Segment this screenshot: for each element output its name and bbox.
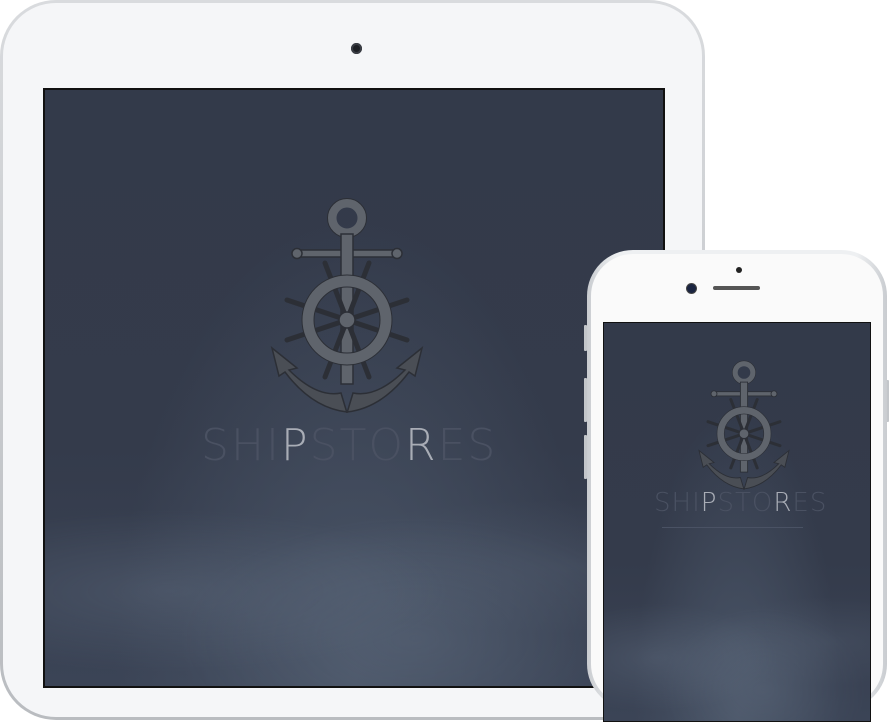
- brand-letter: E: [792, 488, 810, 518]
- cloud-background: [45, 447, 663, 686]
- phone-screen: SHIPSTORES: [603, 322, 871, 722]
- brand-letter: S: [654, 488, 672, 518]
- brand-letter-highlight: R: [405, 420, 438, 471]
- brand-name: SHIPSTORES: [201, 420, 497, 471]
- brand-letter-highlight: P: [281, 420, 310, 471]
- brand-letter: T: [339, 420, 369, 471]
- brand-letter-highlight: P: [700, 488, 718, 518]
- brand-letter: S: [809, 488, 828, 518]
- brand-letter: H: [671, 488, 693, 518]
- phone-bezel: SHIPSTORES: [591, 254, 883, 722]
- brand-letter: E: [437, 420, 468, 471]
- brand-letter: I: [692, 488, 701, 518]
- brand-name: SHIPSTORES: [654, 488, 827, 518]
- brand-letter-highlight: R: [773, 488, 793, 518]
- splash-screen: SHIPSTORES: [604, 323, 870, 721]
- cloud-background: [604, 561, 870, 721]
- speaker-grille: [713, 286, 760, 290]
- brand-letter: I: [266, 420, 282, 471]
- brand-letter: H: [230, 420, 267, 471]
- brand-letter: T: [734, 488, 752, 518]
- splash-screen: SHIPSTORES: [45, 90, 663, 686]
- brand-letter: S: [467, 420, 498, 471]
- proximity-sensor: [736, 267, 742, 273]
- brand-letter: O: [751, 488, 774, 518]
- brand-letter: S: [717, 488, 735, 518]
- brand-letter: S: [309, 420, 340, 471]
- brand-letter: S: [201, 420, 231, 471]
- camera-icon: [687, 284, 696, 293]
- anchor-with-ship-wheel-icon: [696, 360, 792, 490]
- tablet-screen: SHIPSTORES: [43, 88, 665, 688]
- divider-line: [662, 527, 803, 528]
- phone-device-frame: SHIPSTORES: [587, 250, 887, 722]
- camera-icon: [351, 43, 362, 54]
- anchor-with-ship-wheel-icon: [267, 198, 427, 413]
- brand-letter: O: [368, 420, 406, 471]
